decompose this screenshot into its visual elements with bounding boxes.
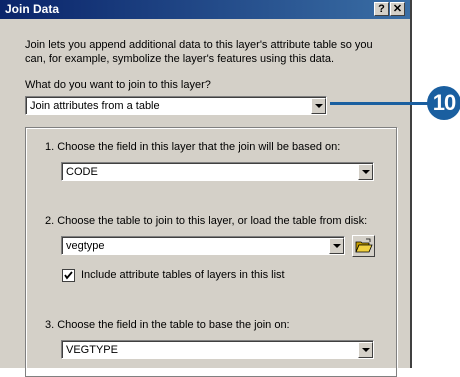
close-button[interactable]: ✕ (390, 2, 405, 16)
layer-field-dropdown[interactable]: CODE (61, 162, 374, 181)
chevron-down-icon[interactable] (358, 342, 373, 358)
include-layers-label: Include attribute tables of layers in th… (81, 269, 285, 281)
check-icon (64, 271, 73, 280)
open-folder-icon (355, 238, 373, 253)
help-button[interactable]: ? (374, 2, 389, 16)
join-table-value: vegtype (66, 240, 105, 252)
join-question-label: What do you want to join to this layer? (25, 79, 211, 91)
join-type-value: Join attributes from a table (30, 100, 160, 112)
window-title: Join Data (5, 2, 60, 16)
chevron-down-icon[interactable] (329, 238, 344, 254)
intro-text: Join lets you append additional data to … (25, 39, 373, 65)
include-layers-checkbox[interactable] (62, 269, 75, 282)
callout-line (330, 102, 430, 105)
table-field-value: VEGTYPE (66, 344, 118, 356)
step2-label: 2. Choose the table to join to this laye… (45, 215, 368, 227)
step1-label: 1. Choose the field in this layer that t… (45, 141, 341, 153)
join-data-dialog: Join Data ? ✕ Join lets you append addit… (0, 0, 412, 377)
join-table-dropdown[interactable]: vegtype (61, 236, 345, 255)
layer-field-value: CODE (66, 166, 98, 178)
chevron-down-icon[interactable] (311, 98, 326, 114)
join-type-dropdown[interactable]: Join attributes from a table (25, 96, 327, 115)
table-field-dropdown[interactable]: VEGTYPE (61, 340, 374, 359)
step3-label: 3. Choose the field in the table to base… (45, 319, 290, 331)
title-bar: Join Data ? ✕ (0, 0, 410, 19)
browse-button[interactable] (352, 235, 375, 257)
step-callout-badge: 10 (427, 86, 460, 120)
chevron-down-icon[interactable] (358, 164, 373, 180)
